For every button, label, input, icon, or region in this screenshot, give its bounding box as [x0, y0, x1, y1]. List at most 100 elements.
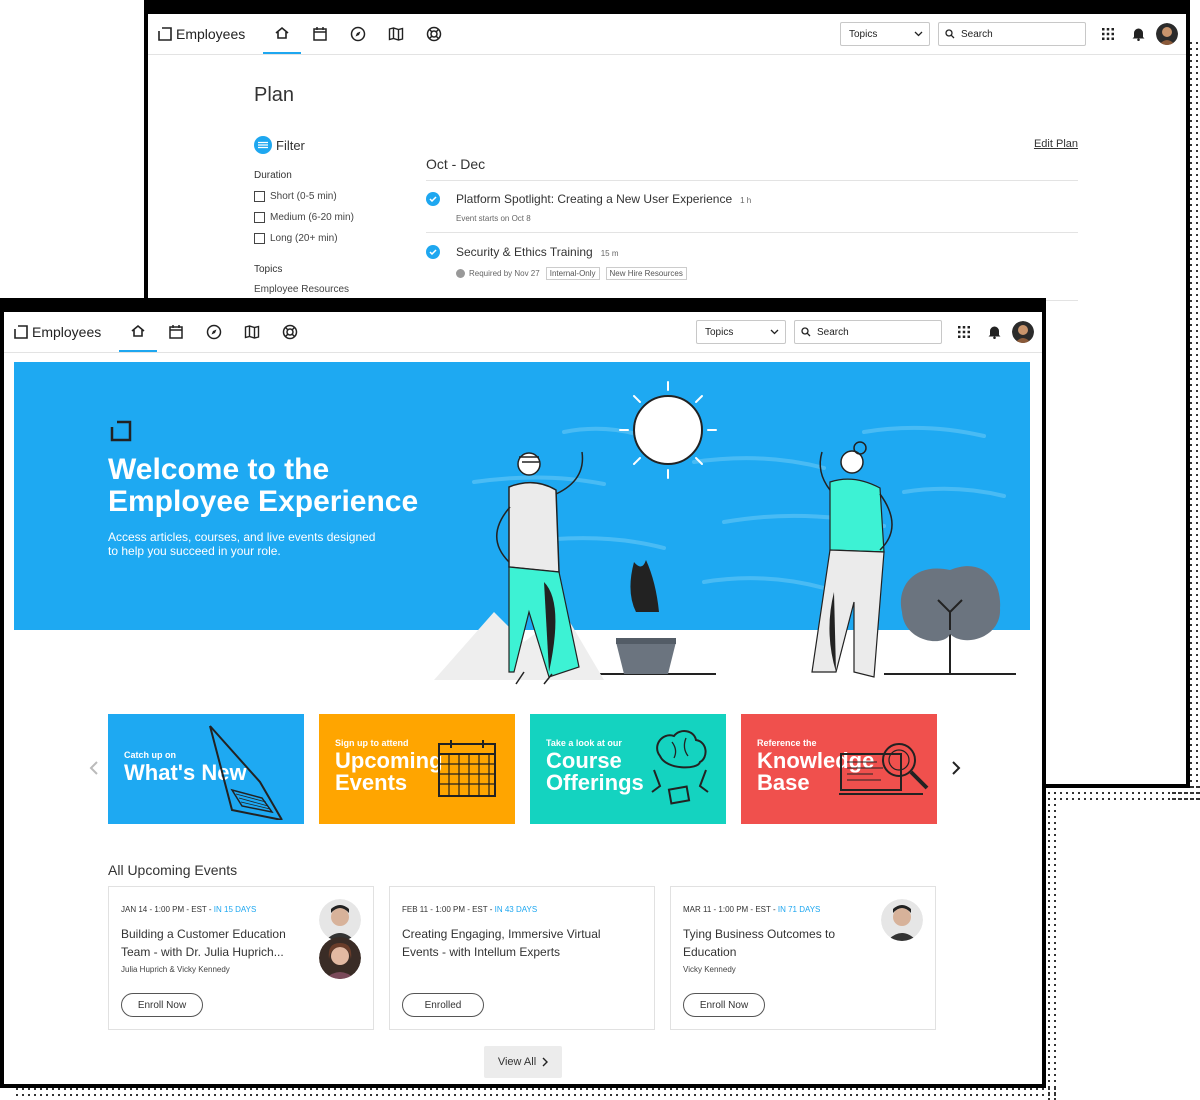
view-all-button[interactable]: View All [484, 1046, 562, 1078]
duration-medium-checkbox[interactable]: Medium (6-20 min) [254, 212, 354, 223]
nav-home[interactable] [263, 14, 302, 54]
edit-plan-link[interactable]: Edit Plan [1034, 138, 1078, 150]
tag: New Hire Resources [605, 267, 687, 280]
nav-support[interactable] [415, 14, 453, 54]
plan-item-sub: Required by Nov 27 [469, 269, 540, 278]
nav-calendar[interactable] [301, 14, 339, 54]
checkbox-label: Medium (6-20 min) [270, 212, 354, 223]
apps-grid-button[interactable] [1100, 26, 1116, 42]
search-input[interactable]: Search [938, 22, 1086, 46]
chevron-right-icon [952, 761, 961, 775]
filter-label: Filter [276, 137, 305, 153]
topics-heading: Topics [254, 264, 283, 275]
laptop-icon [209, 725, 283, 820]
checkbox-box [254, 233, 265, 244]
tag: Internal-Only [545, 267, 600, 280]
plant-illustration [616, 560, 676, 674]
nav-map[interactable] [377, 14, 415, 54]
host-avatar-image-icon [881, 899, 923, 941]
checkbox-label: Long (20+ min) [270, 233, 338, 244]
apps-grid-icon [1102, 28, 1114, 40]
card-small-text: Catch up on [124, 750, 176, 760]
event-title: Creating Engaging, Immersive Virtual Eve… [402, 927, 601, 959]
person-illustration-right [811, 441, 893, 678]
chevron-left-icon [89, 761, 98, 775]
enrolled-button[interactable]: Enrolled [402, 993, 484, 1017]
lifebuoy-icon [427, 26, 442, 42]
compass-icon [351, 26, 366, 42]
duration-short-checkbox[interactable]: Short (0-5 min) [254, 191, 337, 202]
duration-long-checkbox[interactable]: Long (20+ min) [254, 233, 338, 244]
dotted-pattern-bottom [14, 1086, 1058, 1100]
plan-item-title: Security & Ethics Training [456, 245, 593, 259]
home-window: Employees Topics Search Welcome to the E… [0, 298, 1046, 1088]
host-avatar [881, 899, 923, 941]
topic-option[interactable]: Employee Resources [254, 284, 349, 295]
event-date-text: JAN 14 - 1:00 PM - EST - [121, 905, 214, 914]
duration-heading: Duration [254, 170, 292, 181]
card-small-text: Reference the [757, 738, 817, 748]
event-card[interactable]: FEB 11 - 1:00 PM - EST - IN 43 DAYS Crea… [389, 886, 655, 1030]
filter-button[interactable]: Filter [254, 136, 305, 154]
hero-illustration [434, 381, 1016, 685]
card-upcoming-events[interactable]: Sign up to attend Upcoming Events [319, 714, 515, 824]
event-host: Vicky Kennedy [683, 965, 736, 974]
brand[interactable]: Employees [158, 26, 245, 42]
chevron-down-icon [914, 31, 923, 37]
plan-item[interactable]: Platform Spotlight: Creating a New User … [426, 190, 751, 223]
brand-logo-icon [158, 27, 172, 41]
event-card[interactable]: MAR 11 - 1:00 PM - EST - IN 71 DAYS Tyin… [670, 886, 936, 1030]
user-avatar[interactable] [1156, 23, 1178, 45]
event-card[interactable]: JAN 14 - 1:00 PM - EST - IN 15 DAYS Buil… [108, 886, 374, 1030]
card-big-text: Events [335, 770, 408, 795]
card-small-text: Take a look at our [546, 738, 622, 748]
plan-item-duration: 15 m [600, 249, 619, 258]
bell-icon [1132, 28, 1144, 41]
avatar-image-icon [1156, 23, 1178, 45]
divider [426, 180, 1078, 181]
dotted-pattern-side [1046, 790, 1058, 1100]
home-icon [275, 26, 289, 39]
event-days-until: IN 43 DAYS [494, 905, 538, 914]
enroll-now-button[interactable]: Enroll Now [683, 993, 765, 1017]
plan-item-duration: 1 h [740, 196, 752, 205]
header-actions: Topics Search [840, 22, 1178, 46]
brain-robot-icon [651, 730, 709, 805]
event-date: FEB 11 - 1:00 PM - EST - IN 43 DAYS [402, 905, 537, 914]
event-days-until: IN 71 DAYS [777, 905, 821, 914]
tree-illustration [900, 566, 1001, 674]
carousel-next-button[interactable] [946, 758, 966, 778]
check-icon [426, 192, 440, 206]
card-knowledge-base[interactable]: Reference the Knowledge Base [741, 714, 937, 824]
card-big-text: Upcoming [335, 748, 443, 773]
card-whats-new[interactable]: Catch up on What's New [108, 714, 304, 824]
brand-name: Employees [176, 26, 246, 42]
header-bar: Employees Topics Search [148, 14, 1186, 55]
checkbox-label: Short (0-5 min) [270, 191, 337, 202]
events-section-title: All Upcoming Events [108, 862, 238, 878]
divider [426, 232, 1078, 233]
page-title: Plan [254, 84, 295, 106]
chevron-right-icon [542, 1057, 549, 1067]
plan-item-sub: Event starts on Oct 8 [456, 214, 531, 223]
topics-dropdown[interactable]: Topics [840, 22, 930, 46]
event-date: MAR 11 - 1:00 PM - EST - IN 71 DAYS [683, 905, 820, 914]
sun-illustration [619, 381, 717, 479]
card-big-text: Course [546, 748, 622, 773]
card-course-offerings[interactable]: Take a look at our Course Offerings [530, 714, 726, 824]
event-title: Tying Business Outcomes to Education [683, 927, 836, 959]
plan-period: Oct - Dec [426, 156, 486, 172]
main-nav [263, 14, 453, 54]
nav-explore[interactable] [339, 14, 377, 54]
host-avatar-image-icon [319, 937, 361, 979]
carousel-prev-button[interactable] [84, 758, 104, 778]
plan-item[interactable]: Security & Ethics Training 15 m Required … [426, 243, 687, 280]
card-big-text: Base [757, 770, 810, 795]
notifications-button[interactable] [1130, 26, 1146, 42]
search-icon [945, 29, 955, 39]
event-date-text: FEB 11 - 1:00 PM - EST - [402, 905, 495, 914]
host-avatar-image-icon [319, 899, 361, 941]
search-placeholder: Search [961, 28, 993, 40]
enroll-now-button[interactable]: Enroll Now [121, 993, 203, 1017]
event-title: Building a Customer Education Team - wit… [121, 927, 286, 959]
